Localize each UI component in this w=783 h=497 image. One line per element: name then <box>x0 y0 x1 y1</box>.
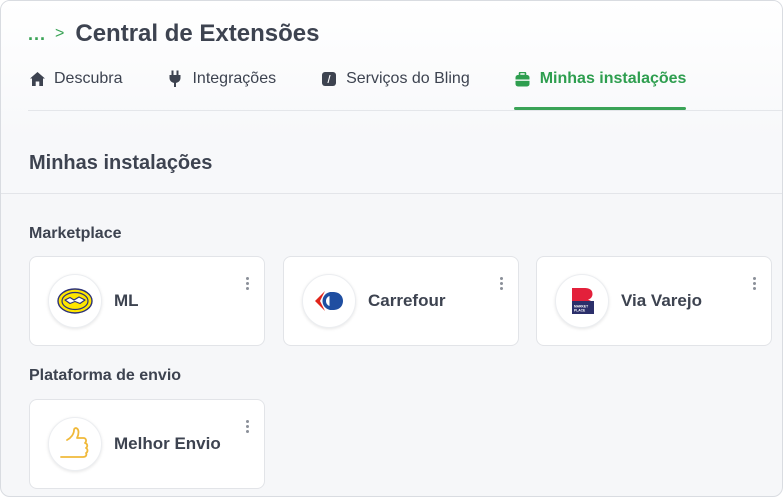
more-options-icon[interactable] <box>749 277 759 293</box>
extension-card-ml[interactable]: ML <box>29 256 265 346</box>
tab-label: Descubra <box>54 70 123 87</box>
more-options-icon[interactable] <box>496 277 506 293</box>
melhor-envio-logo-icon <box>48 417 102 471</box>
via-varejo-logo-icon: MARKET PLACE <box>555 274 609 328</box>
tab-descubra[interactable]: Descubra <box>28 64 122 110</box>
carrefour-logo-icon <box>302 274 356 328</box>
section-title: Minhas instalações <box>29 152 213 174</box>
tab-servicos-do-bling[interactable]: Serviços do Bling <box>320 64 470 110</box>
extension-card-melhor-envio[interactable]: Melhor Envio <box>29 399 265 489</box>
extension-name: Carrefour <box>368 291 446 310</box>
breadcrumb-chevron-icon: > <box>55 25 65 42</box>
extensions-window: ... > Central de Extensões Descubra Inte… <box>0 0 783 497</box>
tab-divider <box>28 110 782 111</box>
briefcase-icon <box>514 70 532 88</box>
extension-card-carrefour[interactable]: Carrefour <box>283 256 519 346</box>
plug-icon <box>166 70 184 88</box>
page-header: ... > Central de Extensões Descubra Inte… <box>1 1 782 137</box>
tab-bar: Descubra Integrações Serviços do Bling M… <box>28 64 730 110</box>
tab-label: Minhas instalações <box>539 70 687 87</box>
breadcrumb: ... > Central de Extensões <box>28 19 319 49</box>
home-icon <box>28 70 46 88</box>
extension-name: Melhor Envio <box>114 434 221 453</box>
more-options-icon[interactable] <box>242 277 252 293</box>
tab-integracoes[interactable]: Integrações <box>166 64 276 110</box>
tab-label: Serviços do Bling <box>346 70 470 87</box>
group-title-plataforma-de-envio: Plataforma de envio <box>29 367 182 384</box>
tab-label: Integrações <box>192 70 277 87</box>
extension-card-via-varejo[interactable]: MARKET PLACE Via Varejo <box>536 256 772 346</box>
svg-text:PLACE: PLACE <box>574 309 586 313</box>
bling-icon <box>320 70 338 88</box>
section-header: Minhas instalações <box>1 137 782 194</box>
more-options-icon[interactable] <box>242 420 252 436</box>
group-title-marketplace: Marketplace <box>29 225 122 242</box>
page-title: Central de Extensões <box>75 20 320 47</box>
mercado-livre-logo-icon <box>48 274 102 328</box>
extension-name: ML <box>114 291 139 310</box>
extension-name: Via Varejo <box>621 291 702 310</box>
breadcrumb-ellipsis[interactable]: ... <box>28 24 46 45</box>
tab-minhas-instalacoes[interactable]: Minhas instalações <box>513 64 687 110</box>
